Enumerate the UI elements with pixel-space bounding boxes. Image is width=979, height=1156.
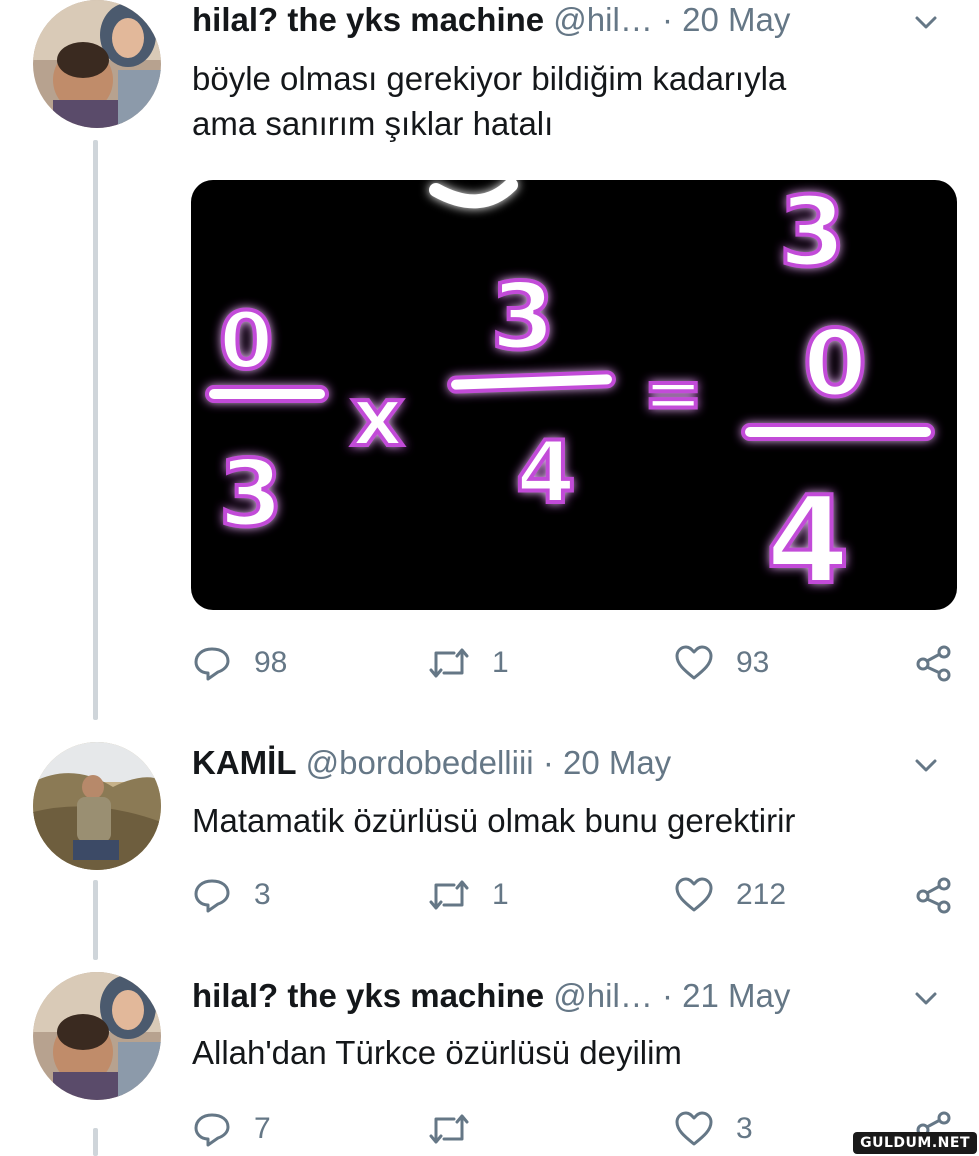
chevron-down-icon[interactable]: [909, 749, 943, 783]
tweet-text-line: böyle olması gerekiyor bildiğim kadarıyl…: [192, 60, 787, 97]
tweet-text-line: Allah'dan Türkce özürlüsü deyilim: [192, 1034, 682, 1071]
timestamp[interactable]: · 20 May: [543, 744, 671, 781]
rhs-numerator: 0: [803, 310, 867, 417]
reply-icon: [194, 647, 230, 681]
retweet-icon: [429, 1114, 469, 1144]
share-button[interactable]: [914, 638, 954, 688]
top-digit: 3: [779, 180, 846, 288]
retweet-button[interactable]: 1: [428, 870, 509, 920]
tweet-media[interactable]: 0 3 x 3 4 = 3 0 4: [191, 180, 957, 610]
like-count: 212: [736, 878, 787, 911]
tweet-text-line: Matamatik özürlüsü olmak bunu gerektirir: [192, 802, 796, 839]
like-icon: [675, 645, 713, 680]
display-name[interactable]: KAMİL: [192, 744, 296, 781]
like-button[interactable]: 3: [674, 1104, 753, 1154]
retweet-icon: [429, 648, 469, 678]
operator: x: [351, 370, 404, 465]
like-icon: [675, 877, 713, 912]
like-icon: [675, 1111, 713, 1146]
fraction-bar: [741, 423, 935, 441]
tweet-text-line: ama sanırım şıklar hatalı: [192, 105, 554, 142]
share-button[interactable]: [914, 870, 954, 920]
retweet-count: 1: [492, 878, 509, 911]
like-count: 93: [736, 646, 770, 679]
tweet-actions: 3 1 212: [192, 870, 957, 920]
avatar[interactable]: [33, 742, 161, 870]
retweet-icon: [429, 880, 469, 910]
retweet-button[interactable]: 1: [428, 638, 509, 688]
reply-button[interactable]: 98: [192, 638, 287, 688]
thread-line: [93, 1128, 98, 1156]
thread-line: [93, 140, 98, 720]
like-count: 3: [736, 1112, 753, 1145]
tweet-actions: 98 1 93: [192, 638, 957, 688]
reply-icon: [194, 1113, 230, 1147]
reply-count: 7: [254, 1112, 271, 1145]
lhs2-numerator: 3: [491, 263, 555, 370]
like-button[interactable]: 93: [674, 638, 769, 688]
tweet-actions: 7 3: [192, 1104, 957, 1154]
tweet-text: böyle olması gerekiyor bildiğim kadarıyl…: [192, 56, 786, 146]
reply-icon: [194, 879, 230, 913]
tweet-text: Matamatik özürlüsü olmak bunu gerektirir: [192, 798, 795, 843]
fraction-bar: [447, 370, 616, 394]
watermark: GULDUM.NET: [853, 1132, 977, 1154]
retweet-button[interactable]: [428, 1104, 492, 1154]
share-icon: [916, 645, 951, 682]
tweet-header: hilal? the yks machine @hil… · 20 May: [192, 0, 790, 40]
chevron-down-icon[interactable]: [909, 6, 943, 40]
display-name[interactable]: hilal? the yks machine: [192, 1, 544, 38]
handle[interactable]: @bordobedelliii: [306, 744, 534, 781]
lhs1-denominator: 3: [219, 440, 283, 547]
avatar[interactable]: [33, 972, 161, 1100]
reply-button[interactable]: 7: [192, 1104, 271, 1154]
chevron-down-icon[interactable]: [909, 982, 943, 1016]
reply-button[interactable]: 3: [192, 870, 271, 920]
lhs2-denominator: 4: [516, 423, 576, 523]
retweet-count: 1: [492, 646, 509, 679]
fraction-bar: [205, 385, 329, 403]
handle[interactable]: @hil…: [553, 977, 653, 1014]
equation-stroke: [429, 180, 518, 209]
tweet-header: KAMİL @bordobedelliii · 20 May: [192, 743, 671, 783]
avatar[interactable]: [33, 0, 161, 128]
equals-sign: =: [643, 351, 703, 435]
display-name[interactable]: hilal? the yks machine: [192, 977, 544, 1014]
timestamp[interactable]: · 21 May: [662, 977, 790, 1014]
share-icon: [916, 877, 951, 914]
tweet-text: Allah'dan Türkce özürlüsü deyilim: [192, 1030, 682, 1075]
like-button[interactable]: 212: [674, 870, 786, 920]
lhs1-numerator: 0: [219, 297, 273, 387]
reply-count: 98: [254, 646, 288, 679]
thread-line: [93, 880, 98, 960]
rhs-denominator: 4: [766, 472, 850, 610]
handle[interactable]: @hil…: [553, 1, 653, 38]
tweet-header: hilal? the yks machine @hil… · 21 May: [192, 976, 790, 1016]
reply-count: 3: [254, 878, 271, 911]
timestamp[interactable]: · 20 May: [662, 1, 790, 38]
